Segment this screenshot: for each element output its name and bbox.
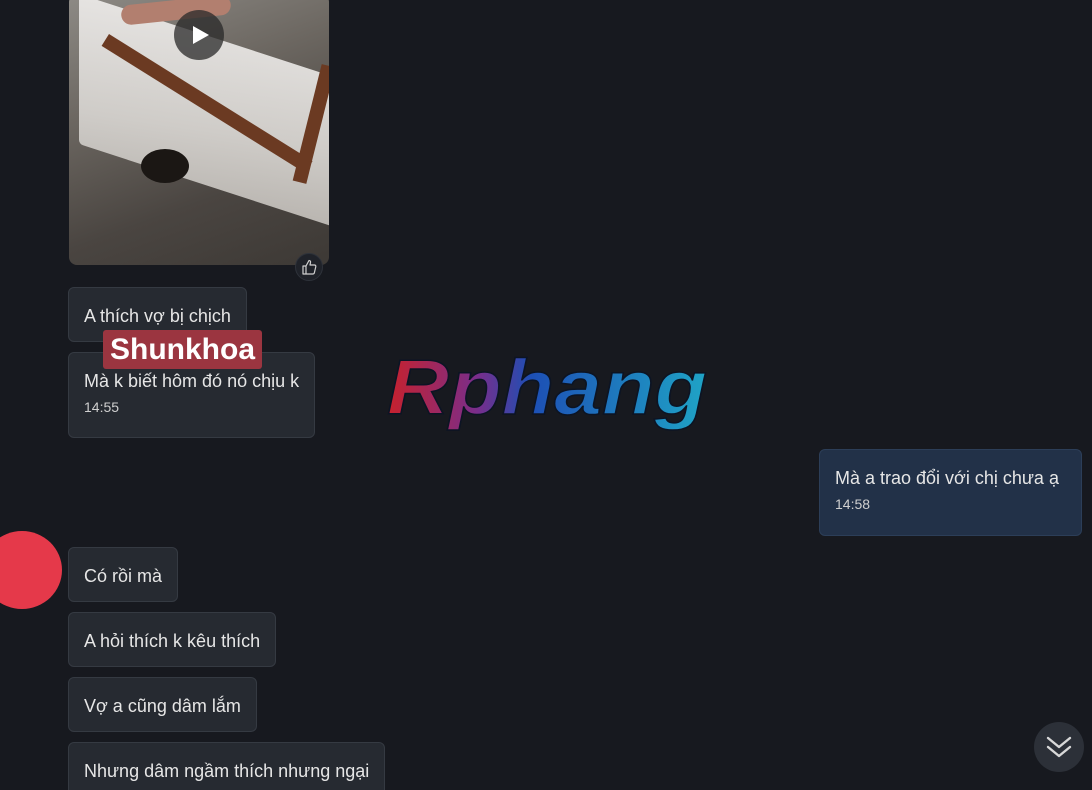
message-text: A thích vợ bị chịch bbox=[84, 306, 231, 326]
video-thumbnail-shadow bbox=[141, 149, 189, 183]
message-bubble[interactable]: Vợ a cũng dâm lắm bbox=[68, 677, 257, 732]
double-chevron-down-icon bbox=[1046, 736, 1072, 758]
message-text: Có rồi mà bbox=[84, 566, 163, 586]
play-button[interactable] bbox=[174, 10, 224, 60]
message-bubble[interactable]: A hỏi thích k kêu thích bbox=[68, 612, 277, 667]
message-text: Nhưng dâm ngầm thích nhưng ngại bbox=[84, 761, 370, 781]
message-timestamp: 14:58 bbox=[835, 496, 871, 512]
watermark-logo: Rphang bbox=[386, 352, 708, 432]
scroll-to-bottom-button[interactable] bbox=[1034, 722, 1084, 772]
name-tag-overlay: Shunkhoa bbox=[103, 330, 263, 369]
message-text: Mà k biết hôm đó nó chịu k bbox=[84, 371, 300, 391]
video-message[interactable] bbox=[69, 0, 329, 265]
watermark-text: Rphang bbox=[387, 352, 707, 431]
avatar-dot bbox=[0, 531, 62, 609]
message-text: Mà a trao đổi với chị chưa ạ bbox=[835, 468, 1059, 488]
message-bubble[interactable]: Nhưng dâm ngầm thích nhưng ngại bbox=[68, 742, 386, 790]
reaction-button[interactable] bbox=[295, 253, 323, 281]
thumbs-up-icon bbox=[302, 259, 317, 275]
play-icon bbox=[193, 26, 209, 44]
message-timestamp: 14:55 bbox=[84, 399, 120, 415]
message-bubble[interactable]: Có rồi mà bbox=[68, 547, 179, 602]
message-text: Vợ a cũng dâm lắm bbox=[84, 696, 241, 716]
chat-thread: A thích vợ bị chịch Mà k biết hôm đó nó … bbox=[0, 0, 1092, 790]
message-text: A hỏi thích k kêu thích bbox=[84, 631, 261, 651]
outgoing-message-bubble[interactable]: Mà a trao đổi với chị chưa ạ 14:58 bbox=[819, 449, 1082, 536]
